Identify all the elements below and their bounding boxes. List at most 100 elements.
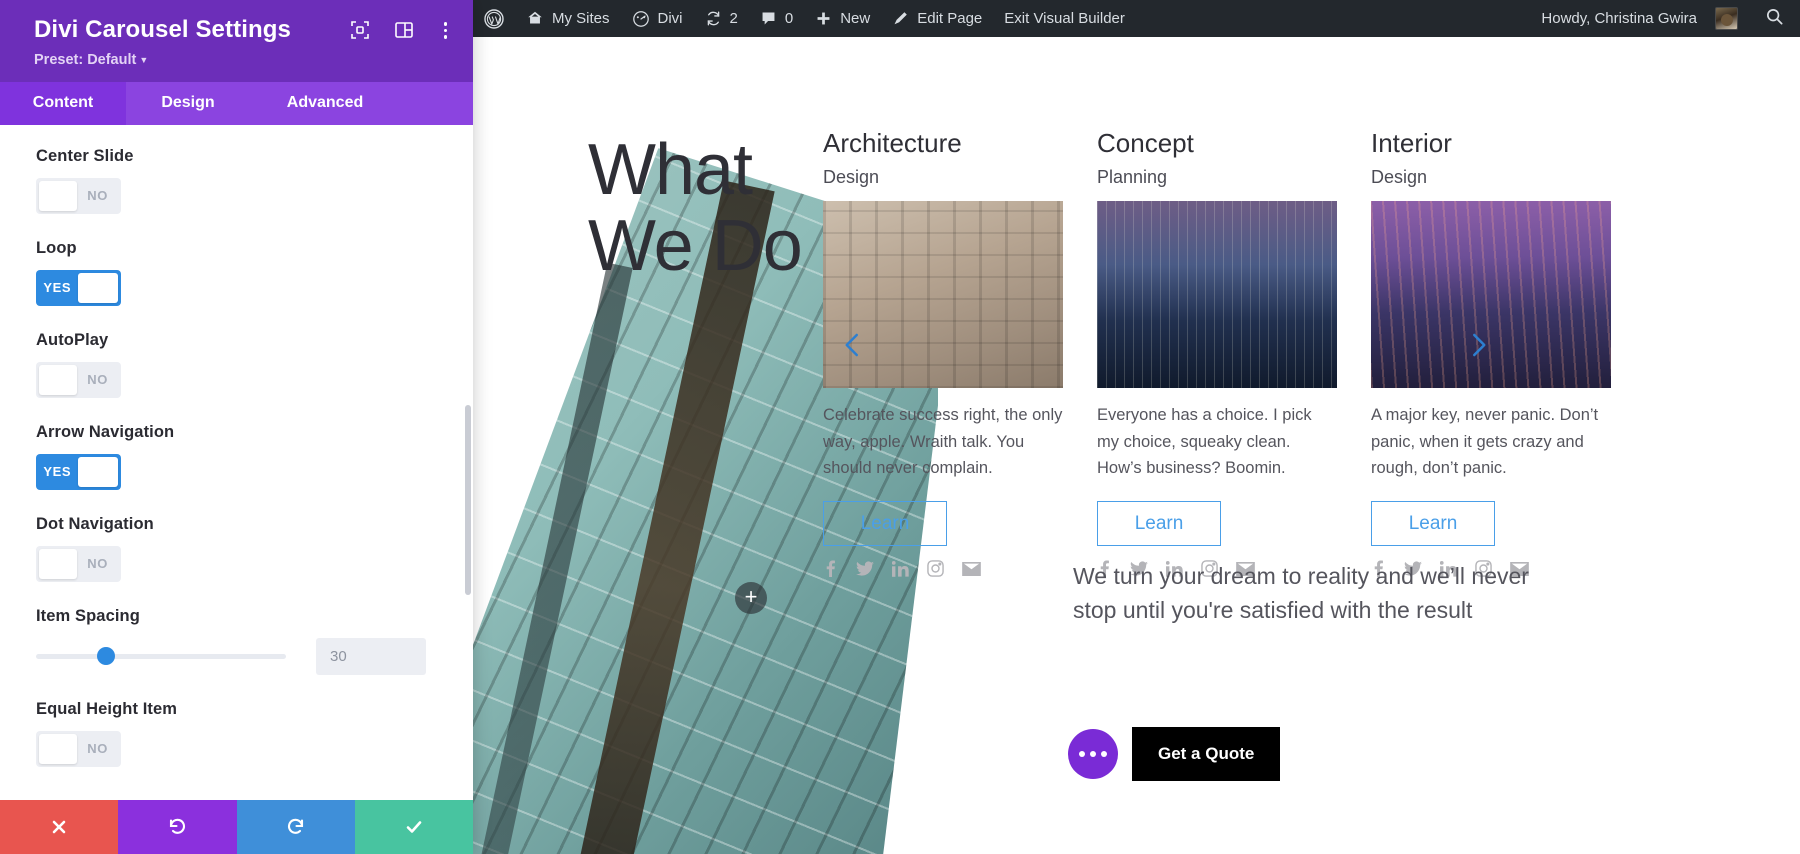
- admin-bar-edit-page[interactable]: Edit Page: [881, 0, 993, 37]
- twitter-icon[interactable]: [856, 560, 874, 577]
- settings-scroll-area: Center Slide NO Loop YES AutoPlay NO Arr…: [0, 147, 473, 767]
- card-title: Concept: [1097, 128, 1194, 158]
- undo-button[interactable]: [118, 800, 237, 854]
- toggle-knob: [39, 733, 78, 764]
- admin-bar-wordpress-logo[interactable]: [473, 0, 515, 37]
- hero-heading: What We Do: [588, 130, 803, 287]
- save-button[interactable]: [354, 800, 473, 854]
- toggle-loop[interactable]: YES: [36, 269, 121, 306]
- field-loop: Loop YES: [0, 239, 473, 306]
- tab-design[interactable]: Design: [126, 82, 250, 125]
- learn-button[interactable]: Learn: [823, 501, 947, 547]
- redo-button[interactable]: [236, 800, 355, 854]
- undo-icon: [170, 818, 186, 834]
- field-item-spacing: Item Spacing: [0, 607, 473, 675]
- field-label: Loop: [36, 238, 77, 257]
- settings-header: Divi Carousel Settings Preset: Default ▼: [0, 0, 473, 82]
- add-module-button[interactable]: +: [735, 582, 767, 614]
- toggle-value: YES: [43, 280, 72, 296]
- item-spacing-input[interactable]: [316, 637, 426, 675]
- field-label: Dot Navigation: [36, 514, 154, 533]
- card-title: Interior: [1371, 128, 1452, 158]
- settings-scrollbar[interactable]: [465, 404, 471, 595]
- field-label: Equal Height Item: [36, 699, 178, 718]
- linkedin-icon[interactable]: [892, 560, 909, 577]
- field-autoplay: AutoPlay NO: [0, 331, 473, 398]
- updates-icon: [707, 11, 719, 26]
- admin-bar-account[interactable]: Howdy, Christina Gwira: [1530, 0, 1749, 37]
- toggle-center-slide[interactable]: NO: [36, 177, 121, 214]
- tab-advanced[interactable]: Advanced: [250, 82, 400, 125]
- app-root: Divi Carousel Settings Preset: Default▼: [0, 0, 1800, 854]
- admin-bar-divi[interactable]: Divi: [621, 0, 694, 37]
- item-spacing-slider[interactable]: [36, 647, 286, 666]
- field-dot-navigation: Dot Navigation NO: [0, 515, 473, 582]
- toggle-value: NO: [87, 372, 108, 388]
- chevron-down-icon: ▼: [139, 54, 149, 65]
- sites-icon: [528, 11, 542, 23]
- cta-row: Get a Quote: [1068, 727, 1281, 781]
- howdy-label: Howdy, Christina Gwira: [1541, 10, 1697, 27]
- more-vertical-icon[interactable]: [438, 20, 454, 41]
- admin-bar-right: Howdy, Christina Gwira: [1530, 0, 1800, 37]
- admin-bar-exit-visual-builder[interactable]: Exit Visual Builder: [993, 0, 1136, 37]
- field-equal-height-item: Equal Height Item NO: [0, 700, 473, 767]
- facebook-icon[interactable]: [823, 560, 838, 578]
- slider-thumb[interactable]: [97, 647, 115, 666]
- carousel-next-arrow[interactable]: [1458, 325, 1498, 365]
- card-subtitle: Planning: [1097, 166, 1168, 187]
- ellipsis-icon[interactable]: [1068, 729, 1118, 779]
- wordpress-logo-icon: [484, 8, 504, 29]
- carousel-prev-arrow[interactable]: [833, 325, 873, 365]
- toggle-equal-height-item[interactable]: NO: [36, 730, 121, 767]
- field-arrow-navigation: Arrow Navigation YES: [0, 423, 473, 490]
- get-a-quote-button[interactable]: Get a Quote: [1132, 727, 1281, 781]
- cancel-button[interactable]: [0, 800, 119, 854]
- layout-columns-icon[interactable]: [394, 20, 414, 40]
- admin-bar-label: 0: [784, 10, 794, 27]
- toggle-dot-navigation[interactable]: NO: [36, 545, 121, 582]
- toggle-value: YES: [43, 464, 72, 480]
- toggle-knob: [39, 180, 78, 211]
- field-label: AutoPlay: [36, 330, 109, 349]
- toggle-arrow-navigation[interactable]: YES: [36, 453, 121, 490]
- divi-settings-panel: Divi Carousel Settings Preset: Default▼: [0, 0, 473, 854]
- toggle-value: NO: [87, 556, 108, 572]
- admin-bar-new[interactable]: New: [804, 0, 881, 37]
- card-image: [1097, 200, 1337, 388]
- settings-body: Center Slide NO Loop YES AutoPlay NO Arr…: [0, 124, 473, 800]
- admin-bar-comments[interactable]: 0: [749, 0, 804, 37]
- carousel-track: Architecture Design Celebrate success ri…: [823, 128, 1723, 578]
- divi-icon: [632, 10, 649, 27]
- tagline-text: We turn your dream to reality and we’ll …: [1073, 563, 1529, 624]
- instagram-icon[interactable]: [927, 560, 944, 577]
- toggle-knob: [39, 364, 78, 395]
- avatar: [1715, 7, 1738, 30]
- item-spacing-control: [36, 637, 437, 675]
- search-icon[interactable]: [1765, 7, 1784, 30]
- learn-button[interactable]: Learn: [1371, 501, 1495, 547]
- field-label: Arrow Navigation: [36, 422, 175, 441]
- admin-bar-label: Divi: [657, 10, 683, 27]
- hero-heading-line-2: We Do: [588, 206, 803, 287]
- email-icon[interactable]: [962, 561, 981, 576]
- pencil-icon: [894, 12, 908, 25]
- card-title: Architecture: [823, 128, 962, 158]
- learn-button[interactable]: Learn: [1097, 501, 1221, 547]
- field-center-slide: Center Slide NO: [0, 147, 473, 214]
- focus-icon[interactable]: [350, 20, 370, 40]
- toggle-autoplay[interactable]: NO: [36, 361, 121, 398]
- preset-selector[interactable]: Preset: Default ▼: [34, 52, 451, 68]
- admin-bar-my-sites[interactable]: My Sites: [515, 0, 621, 37]
- admin-bar-label: Edit Page: [917, 10, 983, 27]
- carousel-card[interactable]: Concept Planning Everyone has a choice. …: [1097, 128, 1337, 578]
- toggle-value: NO: [87, 188, 108, 204]
- toggle-knob: [78, 272, 118, 303]
- plus-icon: [817, 12, 830, 25]
- card-subtitle: Design: [823, 166, 880, 187]
- redo-icon: [287, 818, 303, 834]
- hero-heading-line-1: What: [588, 130, 753, 210]
- tab-content[interactable]: Content: [0, 81, 126, 125]
- admin-bar-updates[interactable]: 2: [694, 0, 749, 37]
- field-label: Item Spacing: [36, 606, 140, 625]
